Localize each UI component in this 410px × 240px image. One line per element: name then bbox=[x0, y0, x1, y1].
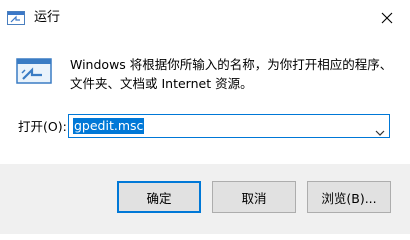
window-title: 运行 bbox=[34, 10, 61, 25]
title-bar: 运行 bbox=[0, 0, 410, 36]
cancel-button[interactable]: 取消 bbox=[212, 181, 296, 213]
description-line-2: 文件夹、文档或 Internet 资源。 bbox=[70, 76, 253, 91]
open-combobox[interactable]: gpedit.msc bbox=[68, 114, 390, 138]
open-input[interactable]: gpedit.msc bbox=[73, 118, 145, 134]
ok-button[interactable]: 确定 bbox=[117, 181, 201, 213]
open-label: 打开(O): bbox=[18, 119, 67, 134]
run-dialog-icon bbox=[16, 58, 52, 84]
chevron-down-icon[interactable] bbox=[375, 122, 385, 136]
close-button[interactable] bbox=[364, 0, 410, 36]
browse-button[interactable]: 浏览(B)... bbox=[307, 181, 391, 213]
dialog-description: Windows 将根据你所输入的名称，为你打开相应的程序、 文件夹、文档或 In… bbox=[70, 55, 400, 93]
close-icon bbox=[381, 9, 393, 28]
description-line-1: Windows 将根据你所输入的名称，为你打开相应的程序、 bbox=[70, 57, 393, 72]
run-app-icon bbox=[7, 10, 25, 25]
